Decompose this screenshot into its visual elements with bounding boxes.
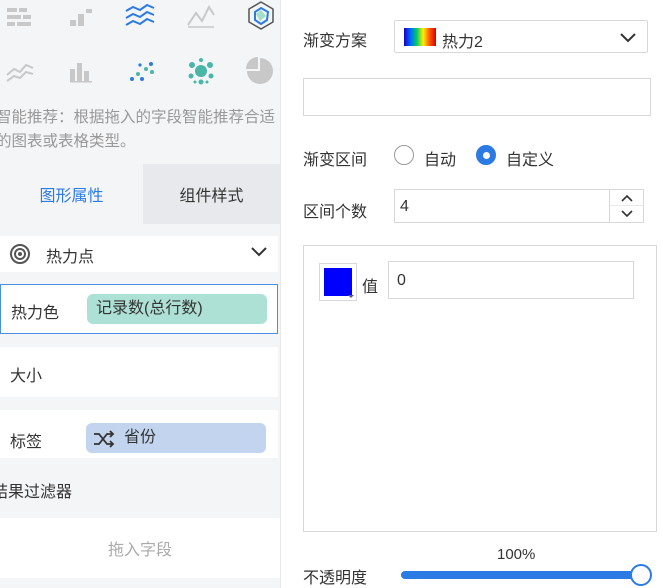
scatter-dots-icon[interactable] [127, 56, 157, 86]
range-color-picker[interactable] [319, 263, 357, 301]
opacity-label: 不透明度 [303, 570, 368, 587]
stepper-up-button[interactable] [610, 190, 643, 206]
stepper-down-button[interactable] [610, 206, 643, 222]
range-color-swatch [324, 268, 352, 296]
gradient-preview-box [303, 78, 651, 116]
gradient-scheme-label: 渐变方案 [303, 33, 368, 50]
opacity-percent: 100% [497, 546, 536, 563]
tab-component-style[interactable]: 组件样式 [143, 164, 280, 224]
radar-chart-icon[interactable] [246, 0, 276, 30]
opacity-slider-track[interactable] [401, 571, 641, 579]
range-value-input[interactable]: 0 [388, 261, 634, 299]
interval-count-value[interactable]: 4 [400, 198, 409, 216]
step-bars-icon[interactable] [66, 2, 96, 32]
range-auto-radio[interactable] [394, 145, 414, 165]
custom-range-list: 值 0 [303, 245, 657, 532]
heat-color-slot[interactable]: 热力色 记录数(总行数) [0, 284, 278, 334]
size-slot[interactable]: 大小 [0, 347, 278, 397]
chart-type-grid [0, 0, 280, 100]
right-panel: 渐变方案 热力2 渐变区间 自动 自定义 区间个数 4 值 0 100% 不透明… [280, 0, 663, 588]
result-filter-title: 结果过滤器 [0, 484, 73, 501]
heat-color-field-pill[interactable]: 记录数(总行数) [87, 294, 267, 324]
opacity-slider-handle[interactable] [630, 564, 652, 586]
range-auto-label[interactable]: 自动 [424, 146, 456, 170]
label-field-text: 省份 [124, 429, 157, 446]
range-custom-radio[interactable] [476, 145, 496, 165]
range-value-label: 值 [362, 279, 379, 296]
shuffle-icon [92, 429, 116, 459]
tab-graphic-properties[interactable]: 图形属性 [0, 164, 143, 224]
heat-color-label: 热力色 [11, 305, 60, 322]
chevron-down-icon [250, 245, 268, 263]
left-panel: 智能推荐：根据拖入的字段智能推荐合适的图表或表格类型。 图形属性 组件样式 热力… [0, 0, 280, 588]
pie-chart-icon[interactable] [245, 56, 275, 86]
opacity-slider-fill [401, 571, 641, 579]
heatmap-bars-icon[interactable] [5, 2, 35, 32]
chart-type-dropdown[interactable]: 热力点 [0, 236, 278, 272]
gradient-range-label: 渐变区间 [303, 152, 368, 169]
smart-recommend-hint: 智能推荐：根据拖入的字段智能推荐合适的图表或表格类型。 [0, 109, 276, 150]
chart-config-panel: 智能推荐：根据拖入的字段智能推荐合适的图表或表格类型。 图形属性 组件样式 热力… [0, 0, 663, 588]
gradient-scheme-select[interactable]: 热力2 [394, 20, 648, 53]
gradient-scheme-value: 热力2 [442, 34, 483, 51]
line-chart-icon[interactable] [186, 0, 216, 30]
column-chart-icon[interactable] [66, 56, 96, 86]
area-line-icon[interactable] [5, 56, 35, 86]
gradient-swatch [404, 28, 436, 46]
range-custom-label[interactable]: 自定义 [506, 146, 554, 170]
interval-count-label: 区间个数 [303, 204, 368, 221]
filter-drop-zone[interactable]: 拖入字段 [0, 518, 280, 578]
label-slot-label: 标签 [10, 434, 43, 451]
stacked-line-icon[interactable] [125, 0, 155, 30]
bubble-cluster-icon[interactable] [186, 56, 216, 86]
size-label: 大小 [10, 368, 43, 385]
label-field-pill[interactable]: 省份 [86, 423, 266, 453]
chevron-down-icon [619, 31, 637, 49]
property-tabs: 图形属性 组件样式 [0, 164, 280, 224]
color-dropdown-arrow-icon [348, 295, 354, 298]
interval-count-stepper[interactable]: 4 [394, 189, 644, 223]
heat-point-icon [8, 243, 32, 270]
label-slot[interactable]: 标签 省份 [0, 410, 278, 458]
chart-type-label: 热力点 [46, 249, 95, 266]
range-value-text: 0 [397, 272, 406, 289]
stepper-buttons [609, 190, 643, 222]
